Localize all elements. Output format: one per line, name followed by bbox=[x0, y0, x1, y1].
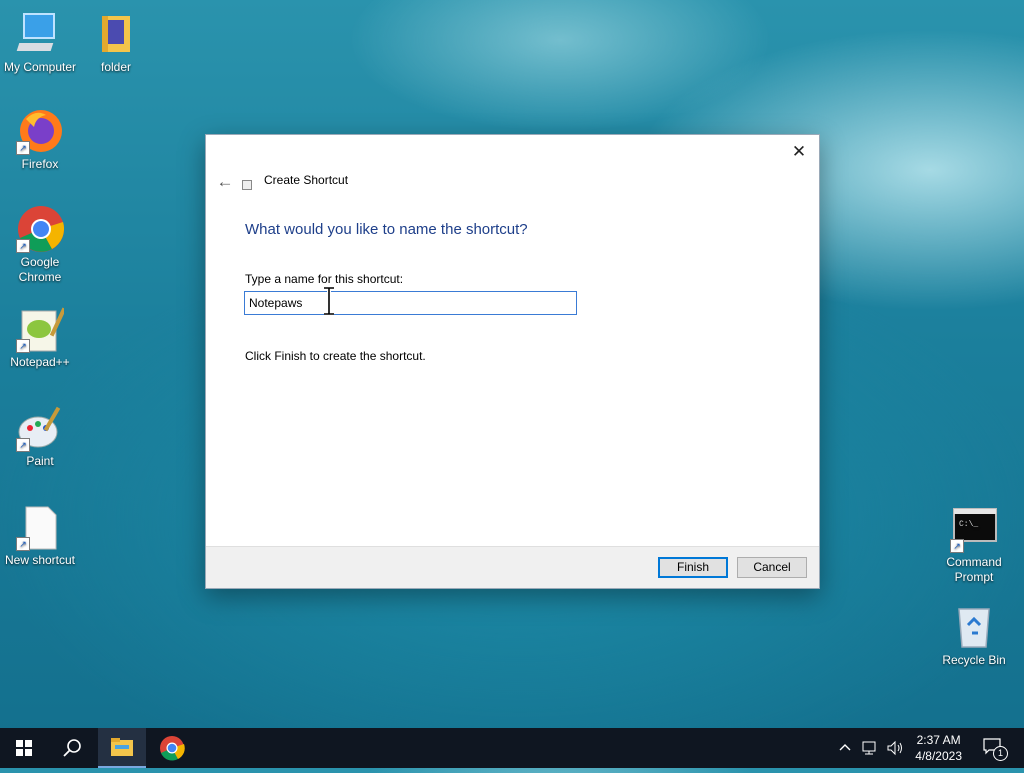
desktop-icon-label: Paint bbox=[26, 454, 54, 468]
desktop-icon-google-chrome[interactable]: ↗ Google Chrome bbox=[0, 205, 80, 285]
network-icon[interactable] bbox=[862, 740, 880, 759]
desktop-icon-label: Command Prompt bbox=[946, 555, 1002, 584]
clock-time: 2:37 AM bbox=[916, 733, 961, 747]
desktop-icon-label: Firefox bbox=[21, 157, 59, 171]
desktop-icon-notepadpp[interactable]: ↗ Notepad++ bbox=[0, 305, 80, 370]
shortcut-arrow-icon: ↗ bbox=[16, 239, 30, 253]
back-arrow-icon[interactable]: ← bbox=[214, 171, 236, 193]
taskbar-file-explorer[interactable] bbox=[98, 728, 146, 768]
shortcut-arrow-icon: ↗ bbox=[16, 438, 30, 452]
search-icon bbox=[63, 739, 81, 757]
volume-icon[interactable] bbox=[886, 740, 904, 759]
shortcut-wizard-icon bbox=[242, 180, 252, 190]
shortcut-name-input[interactable] bbox=[244, 291, 577, 315]
cancel-button[interactable]: Cancel bbox=[737, 557, 807, 578]
action-center-button[interactable]: 1 bbox=[983, 738, 1008, 761]
desktop-icon-label: folder bbox=[100, 60, 132, 74]
cmd-icon: C:\_ ↗ bbox=[950, 505, 998, 553]
shortcut-arrow-icon: ↗ bbox=[950, 539, 964, 553]
desktop-icon-my-computer[interactable]: My Computer bbox=[0, 10, 80, 75]
desktop-icon-folder[interactable]: folder bbox=[76, 10, 156, 75]
firefox-icon: ↗ bbox=[16, 107, 64, 155]
wizard-title: Create Shortcut bbox=[264, 173, 349, 187]
notepadpp-icon: ↗ bbox=[16, 305, 67, 353]
computer-icon bbox=[16, 10, 64, 58]
taskbar: 2:37 AM 4/8/2023 1 bbox=[0, 728, 1024, 768]
desktop-icon-firefox[interactable]: ↗ Firefox bbox=[0, 107, 80, 172]
chrome-icon bbox=[160, 736, 185, 761]
desktop-icon-recycle-bin[interactable]: Recycle Bin bbox=[934, 603, 1014, 668]
desktop-icon-label: Google Chrome bbox=[18, 255, 62, 284]
shortcut-name-label: Type a name for this shortcut: bbox=[245, 272, 404, 286]
shortcut-arrow-icon: ↗ bbox=[16, 339, 30, 353]
chrome-icon: ↗ bbox=[16, 205, 65, 253]
blank-file-icon: ↗ bbox=[16, 503, 64, 551]
desktop-icon-label: New shortcut bbox=[4, 553, 76, 567]
desktop-icon-new-shortcut[interactable]: ↗ New shortcut bbox=[0, 503, 80, 568]
desktop-icon-label: Recycle Bin bbox=[942, 653, 1006, 667]
search-button[interactable] bbox=[48, 728, 96, 768]
recycle-bin-icon bbox=[950, 603, 998, 651]
windows-logo-icon bbox=[16, 740, 32, 756]
finish-button[interactable]: Finish bbox=[658, 557, 728, 578]
show-hidden-icons-chevron-icon[interactable] bbox=[838, 740, 852, 757]
start-button[interactable] bbox=[0, 728, 48, 768]
close-button[interactable]: ✕ bbox=[787, 141, 811, 163]
finish-hint-text: Click Finish to create the shortcut. bbox=[245, 349, 426, 363]
desktop-icon-paint[interactable]: ↗ Paint bbox=[0, 404, 80, 469]
shortcut-arrow-icon: ↗ bbox=[16, 537, 30, 551]
system-clock[interactable]: 2:37 AM 4/8/2023 bbox=[915, 732, 962, 764]
shortcut-arrow-icon: ↗ bbox=[16, 141, 30, 155]
taskbar-chrome[interactable] bbox=[148, 728, 196, 768]
clock-date: 4/8/2023 bbox=[915, 749, 962, 763]
notification-count-badge: 1 bbox=[993, 746, 1008, 761]
text-cursor-icon bbox=[324, 287, 334, 315]
dialog-footer: Finish Cancel bbox=[206, 546, 819, 588]
file-explorer-icon bbox=[111, 738, 133, 756]
desktop-icon-label: My Computer bbox=[3, 60, 77, 74]
dialog-heading: What would you like to name the shortcut… bbox=[245, 221, 528, 238]
desktop-icon-label: Notepad++ bbox=[10, 355, 70, 369]
folder-icon bbox=[92, 10, 140, 58]
desktop-icon-command-prompt[interactable]: C:\_ ↗ Command Prompt bbox=[934, 505, 1014, 585]
paint-icon: ↗ bbox=[16, 404, 64, 452]
create-shortcut-dialog: ✕ ← Create Shortcut What would you like … bbox=[205, 134, 820, 589]
svg-text:C:\_: C:\_ bbox=[959, 520, 978, 529]
